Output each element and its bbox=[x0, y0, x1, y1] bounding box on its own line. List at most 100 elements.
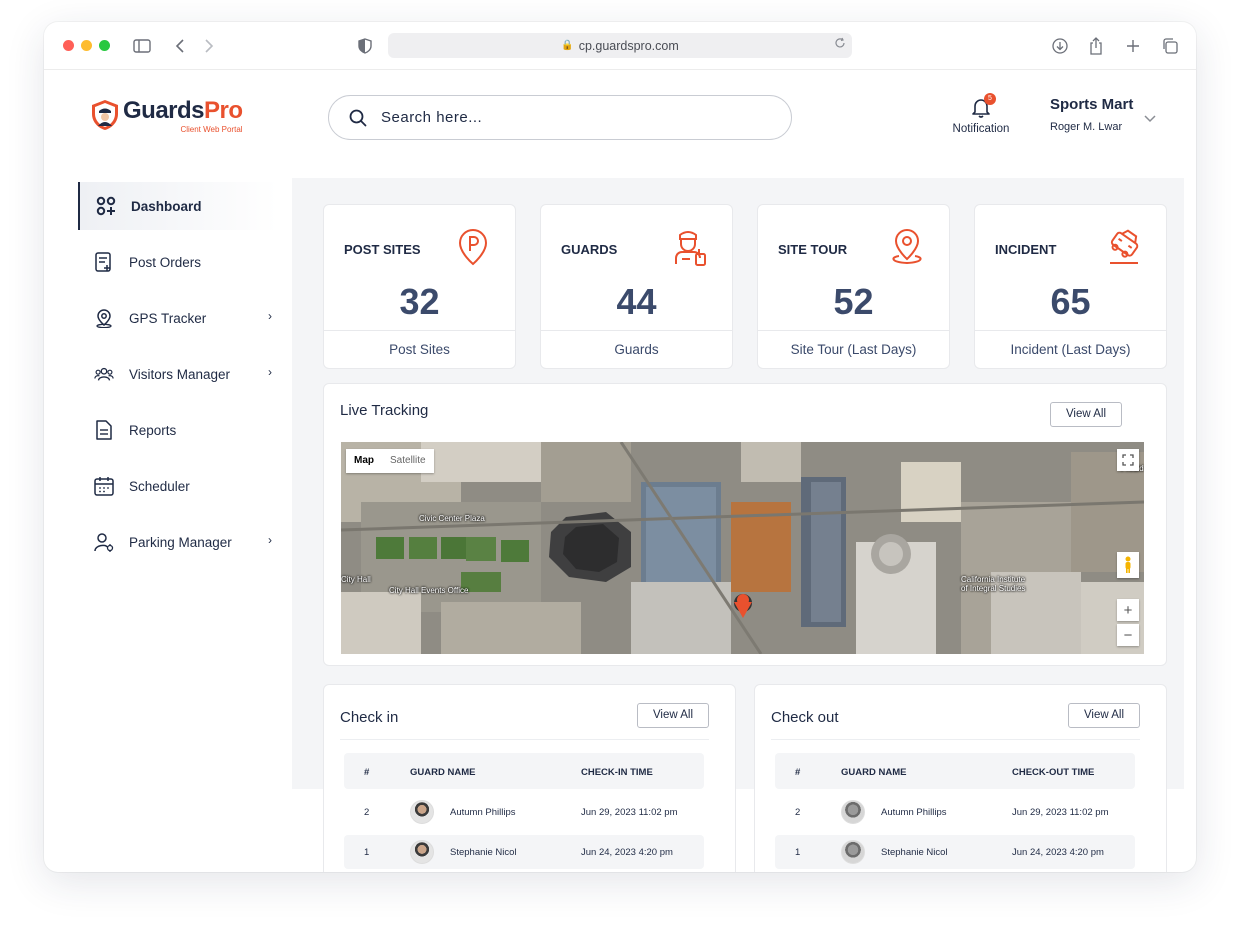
sidebar-item-reports[interactable]: Reports bbox=[78, 406, 278, 454]
company-name: Sports Mart bbox=[1050, 96, 1134, 113]
zoom-in-icon[interactable]: + bbox=[1117, 599, 1139, 621]
zoom-window-button[interactable] bbox=[99, 40, 110, 51]
sidebar-item-dashboard[interactable]: Dashboard bbox=[78, 182, 278, 230]
chevron-right-icon[interactable]: › bbox=[268, 533, 272, 547]
sidebar-item-post-orders[interactable]: Post Orders bbox=[78, 238, 278, 286]
search-icon bbox=[349, 109, 367, 126]
notification-label: Notification bbox=[952, 123, 1010, 135]
satellite-map-image bbox=[341, 442, 1144, 654]
stat-value: 65 bbox=[1050, 281, 1091, 322]
stat-caption: Post Sites bbox=[324, 330, 515, 368]
sidebar-item-label: Post Orders bbox=[129, 254, 202, 270]
brand-name-part2: Pro bbox=[204, 97, 243, 124]
column-header-guard-name: GUARD NAME bbox=[841, 767, 907, 778]
stat-title: GUARDS bbox=[561, 242, 618, 257]
map-label-events-office: City Hall Events Office bbox=[389, 586, 469, 595]
window-controls bbox=[63, 40, 110, 51]
chevron-right-icon[interactable]: › bbox=[268, 365, 272, 379]
fullscreen-icon[interactable] bbox=[1117, 449, 1139, 471]
map-tab[interactable]: Map bbox=[346, 449, 382, 473]
dashboard-icon bbox=[96, 196, 116, 216]
visitors-icon bbox=[94, 364, 114, 384]
reports-icon bbox=[94, 420, 114, 440]
parking-icon bbox=[94, 532, 114, 552]
chevron-right-icon[interactable]: › bbox=[268, 309, 272, 323]
stat-card-site-tour[interactable]: SITE TOUR 52 Site Tour (Last Days) bbox=[757, 204, 950, 369]
brand-logo[interactable]: GuardsPro Client Web Portal bbox=[91, 99, 243, 134]
app-header: GuardsPro Client Web Portal Search here.… bbox=[44, 70, 1196, 180]
address-bar[interactable]: 🔒 cp.guardspro.com bbox=[388, 33, 852, 58]
share-icon[interactable] bbox=[1086, 36, 1106, 56]
column-header-number: # bbox=[795, 767, 801, 778]
search-input[interactable]: Search here... bbox=[328, 95, 792, 140]
account-menu[interactable]: Sports Mart Roger M. Lwar bbox=[1050, 96, 1156, 133]
table-row[interactable]: 1 Stephanie Nicol Jun 24, 2023 4:20 pm bbox=[344, 835, 704, 869]
street-view-pegman-icon[interactable] bbox=[1117, 552, 1139, 578]
avatar bbox=[410, 800, 434, 824]
sidebar-item-scheduler[interactable]: Scheduler bbox=[78, 462, 278, 510]
sidebar-nav: Dashboard Post Orders GPS Tracker › Visi… bbox=[78, 182, 278, 574]
stat-title: SITE TOUR bbox=[778, 242, 848, 257]
avatar bbox=[841, 800, 865, 824]
zoom-out-icon[interactable]: − bbox=[1117, 624, 1139, 646]
sidebar-item-label: GPS Tracker bbox=[129, 310, 207, 326]
live-tracking-panel: Live Tracking View All Civic Center Plaz… bbox=[323, 383, 1167, 666]
forward-icon[interactable] bbox=[199, 36, 219, 56]
satellite-tab[interactable]: Satellite bbox=[382, 449, 434, 473]
check-out-view-all-button[interactable]: View All bbox=[1068, 703, 1140, 728]
sidebar-item-label: Reports bbox=[129, 422, 177, 438]
column-header-check-in-time: CHECK-IN TIME bbox=[581, 767, 653, 778]
guard-name: Stephanie Nicol bbox=[450, 847, 517, 858]
sidebar-toggle-icon[interactable] bbox=[132, 36, 152, 56]
stat-card-guards[interactable]: GUARDS 44 Guards bbox=[540, 204, 733, 369]
browser-toolbar: 🔒 cp.guardspro.com bbox=[44, 22, 1196, 70]
lock-icon: 🔒 bbox=[561, 40, 574, 51]
sidebar-item-gps-tracker[interactable]: GPS Tracker › bbox=[78, 294, 278, 342]
chevron-down-icon[interactable] bbox=[1144, 110, 1156, 128]
table-row[interactable]: 1 Stephanie Nicol Jun 24, 2023 4:20 pm bbox=[775, 835, 1135, 869]
privacy-shield-icon[interactable] bbox=[355, 36, 375, 56]
close-window-button[interactable] bbox=[63, 40, 74, 51]
search-placeholder: Search here... bbox=[381, 109, 483, 126]
guard-name: Autumn Phillips bbox=[450, 807, 516, 818]
live-map[interactable]: Civic Center Plaza City Hall City Hall E… bbox=[341, 442, 1144, 654]
stat-title: POST SITES bbox=[344, 242, 421, 257]
stat-caption: Site Tour (Last Days) bbox=[758, 330, 949, 368]
sidebar-item-parking-manager[interactable]: Parking Manager › bbox=[78, 518, 278, 566]
stat-card-post-sites[interactable]: POST SITES 32 Post Sites bbox=[323, 204, 516, 369]
download-icon[interactable] bbox=[1050, 36, 1070, 56]
live-tracking-view-all-button[interactable]: View All bbox=[1050, 402, 1122, 427]
map-label-city-hall: City Hall bbox=[341, 575, 371, 584]
sidebar-item-visitors-manager[interactable]: Visitors Manager › bbox=[78, 350, 278, 398]
column-header-guard-name: GUARD NAME bbox=[410, 767, 476, 778]
column-header-check-out-time: CHECK-OUT TIME bbox=[1012, 767, 1095, 778]
guard-shield-logo-icon bbox=[92, 100, 118, 130]
check-in-panel: Check in View All # GUARD NAME CHECK-IN … bbox=[323, 684, 736, 872]
guard-name: Stephanie Nicol bbox=[881, 847, 948, 858]
row-number: 2 bbox=[795, 807, 801, 818]
tabs-overview-icon[interactable] bbox=[1160, 36, 1180, 56]
notification-badge: 5 bbox=[984, 93, 996, 105]
check-in-time: Jun 29, 2023 11:02 pm bbox=[581, 807, 678, 818]
notification-button[interactable]: 5 Notification bbox=[946, 93, 1016, 135]
check-in-table-header: # GUARD NAME CHECK-IN TIME bbox=[344, 753, 704, 789]
stat-value: 52 bbox=[833, 281, 874, 322]
stat-caption: Incident (Last Days) bbox=[975, 330, 1166, 368]
stat-card-incident[interactable]: INCIDENT 65 Incident (Last Days) bbox=[974, 204, 1167, 369]
check-out-table-header: # GUARD NAME CHECK-OUT TIME bbox=[775, 753, 1135, 789]
reload-icon[interactable] bbox=[834, 37, 846, 52]
new-tab-icon[interactable] bbox=[1123, 36, 1143, 56]
brand-name-part1: Guards bbox=[123, 97, 205, 124]
stat-value: 44 bbox=[616, 281, 657, 322]
table-row[interactable]: 2 Autumn Phillips Jun 29, 2023 11:02 pm bbox=[775, 795, 1135, 829]
minimize-window-button[interactable] bbox=[81, 40, 92, 51]
guard-name: Autumn Phillips bbox=[881, 807, 947, 818]
sidebar-item-label: Dashboard bbox=[131, 198, 202, 214]
map-type-tabs: Map Satellite bbox=[346, 449, 434, 473]
check-in-view-all-button[interactable]: View All bbox=[637, 703, 709, 728]
table-row[interactable]: 2 Autumn Phillips Jun 29, 2023 11:02 pm bbox=[344, 795, 704, 829]
calendar-icon bbox=[94, 476, 114, 496]
back-icon[interactable] bbox=[170, 36, 190, 56]
browser-window: 🔒 cp.guardspro.com GuardsPro Client Web … bbox=[44, 22, 1196, 872]
avatar bbox=[841, 840, 865, 864]
